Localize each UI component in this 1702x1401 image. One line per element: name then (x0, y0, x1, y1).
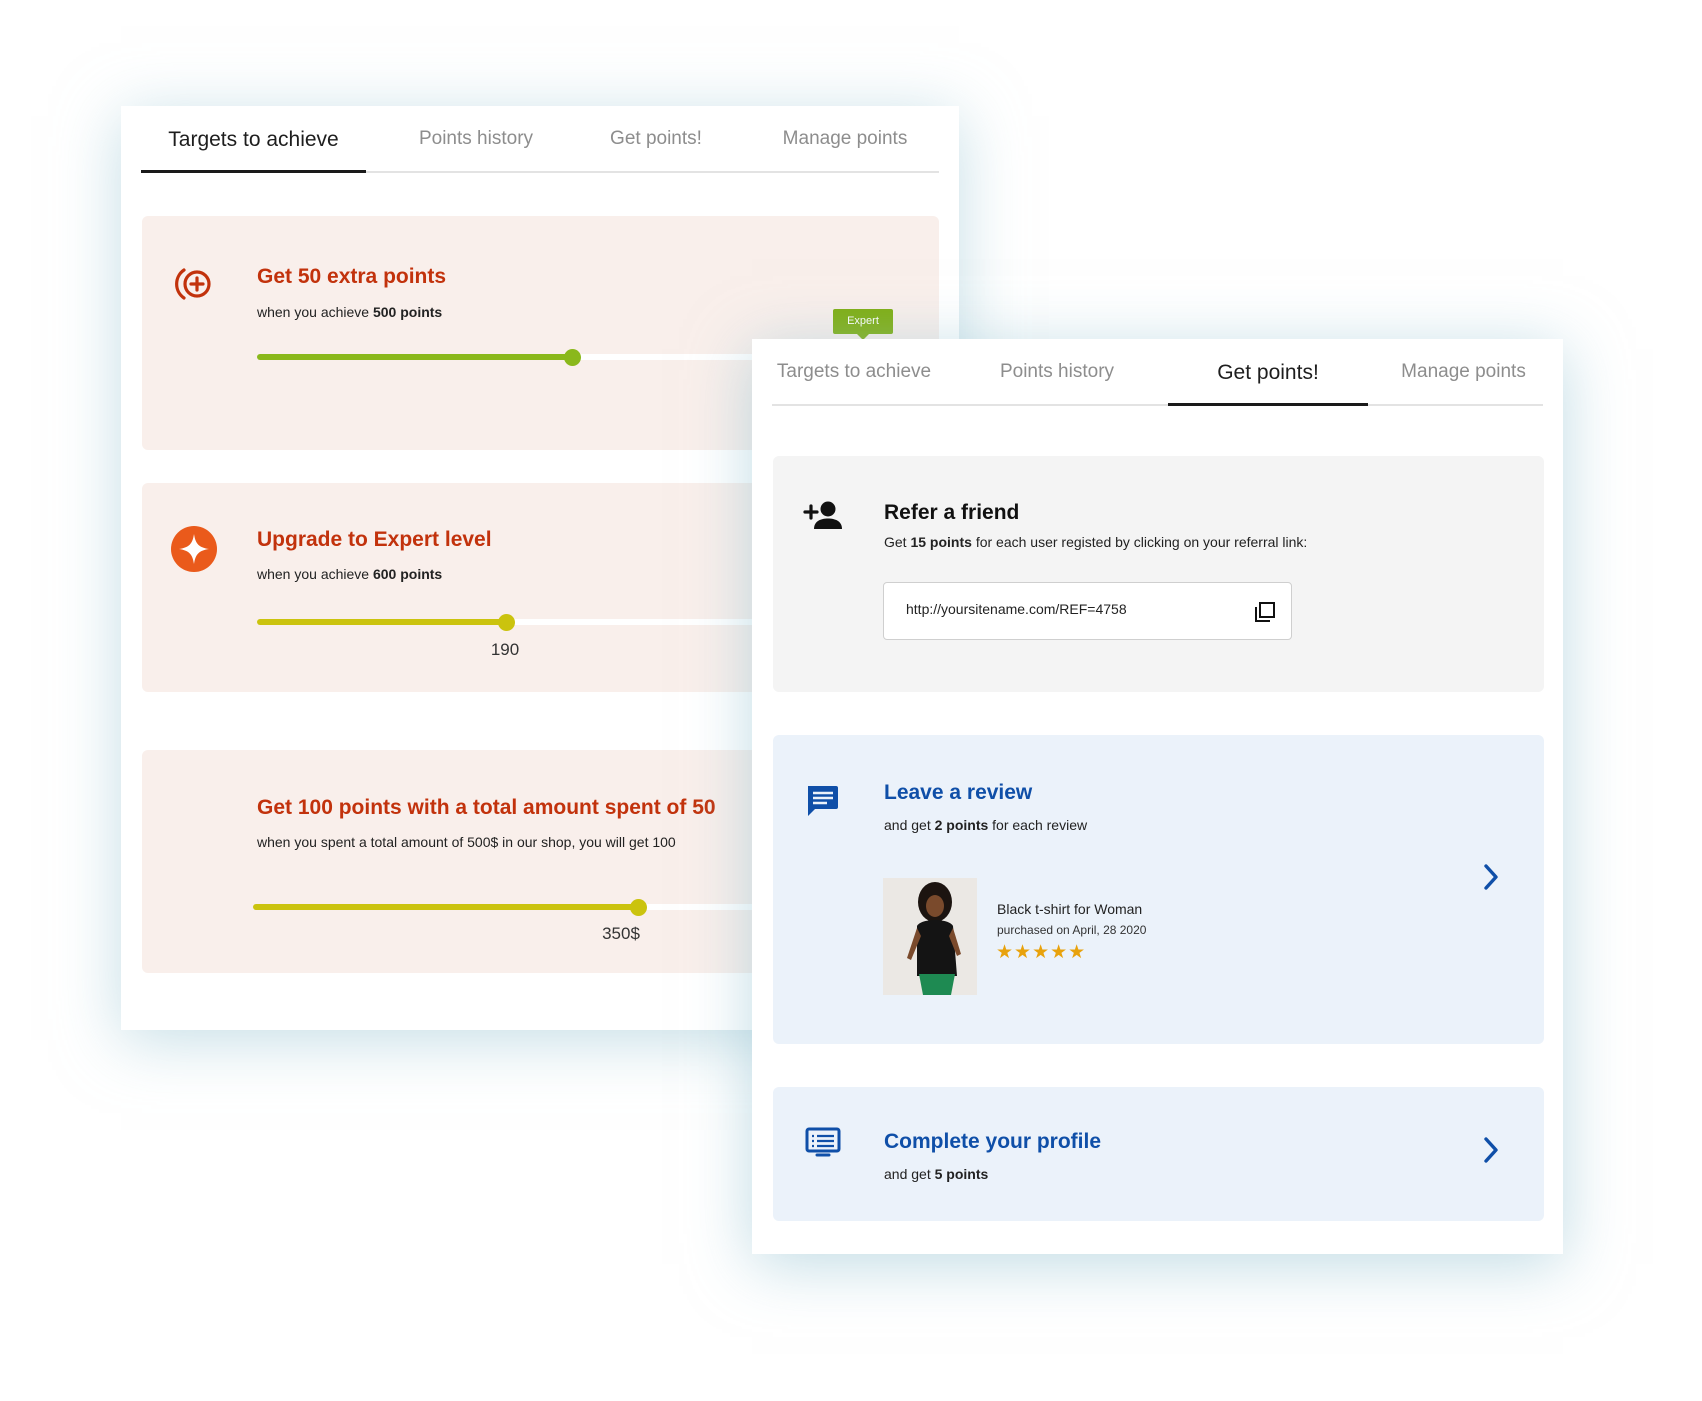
profile-form-icon (805, 1127, 841, 1157)
target-subtitle: when you achieve 600 points (257, 566, 443, 582)
tab-get-points[interactable]: Get points! (1168, 339, 1368, 406)
refer-title: Refer a friend (884, 501, 1020, 524)
profile-subtitle: and get 5 points (884, 1166, 989, 1182)
product-name: Black t-shirt for Woman (997, 901, 1143, 917)
review-subtitle: and get 2 points for each review (884, 817, 1088, 833)
tab-get-points[interactable]: Get points! (571, 106, 741, 173)
progress-value: 190 (490, 640, 520, 659)
refer-subtitle: Get 15 points for each user registed by … (884, 534, 1308, 550)
refer-friend-card: Refer a friend Get 15 points for each us… (773, 456, 1544, 692)
product-image (883, 878, 977, 995)
add-user-icon (803, 501, 842, 529)
tab-manage-points[interactable]: Manage points (751, 106, 939, 173)
get-points-panel: Targets to achieve Points history Get po… (752, 339, 1563, 1254)
tab-targets-to-achieve[interactable]: Targets to achieve (141, 106, 366, 173)
chat-icon (808, 786, 838, 816)
tab-points-history[interactable]: Points history (376, 106, 576, 173)
target-subtitle: when you spent a total amount of 500$ in… (257, 834, 676, 850)
tab-manage-points[interactable]: Manage points (1384, 339, 1543, 406)
referral-link-input[interactable] (906, 601, 1236, 617)
chevron-right-icon[interactable] (1481, 863, 1501, 891)
referral-link-field (883, 582, 1292, 640)
tab-targets-to-achieve[interactable]: Targets to achieve (772, 339, 936, 406)
target-title: Get 50 extra points (257, 265, 447, 288)
level-flag: Expert (833, 309, 893, 340)
target-title: Get 100 points with a total amount spent… (257, 796, 716, 819)
complete-profile-card[interactable]: Complete your profile and get 5 points (773, 1087, 1544, 1221)
profile-title: Complete your profile (884, 1130, 1102, 1153)
progress-knob[interactable] (564, 349, 581, 366)
progress-fill (257, 354, 572, 360)
progress-value: 350$ (602, 924, 640, 943)
product-photo (883, 878, 977, 995)
progress-fill (257, 619, 506, 625)
progress-fill (253, 904, 638, 910)
progress-knob[interactable] (630, 899, 647, 916)
leave-review-card[interactable]: Leave a review and get 2 points for each… (773, 735, 1544, 1044)
review-title: Leave a review (884, 781, 1033, 804)
tab-bar: Targets to achieve Points history Get po… (141, 106, 939, 173)
target-title: Upgrade to Expert level (257, 528, 492, 551)
tab-bar: Targets to achieve Points history Get po… (772, 339, 1543, 406)
target-plus-icon (175, 268, 211, 300)
chevron-right-icon[interactable] (1481, 1136, 1501, 1164)
purchase-date: purchased on April, 28 2020 (997, 923, 1147, 937)
tab-points-history[interactable]: Points history (972, 339, 1142, 406)
star-badge-icon (171, 526, 217, 572)
target-subtitle: when you achieve 500 points (257, 304, 443, 320)
rating-stars: ★★★★★ (996, 942, 1087, 963)
progress-knob[interactable] (497, 614, 515, 631)
copy-icon[interactable] (1253, 600, 1277, 624)
